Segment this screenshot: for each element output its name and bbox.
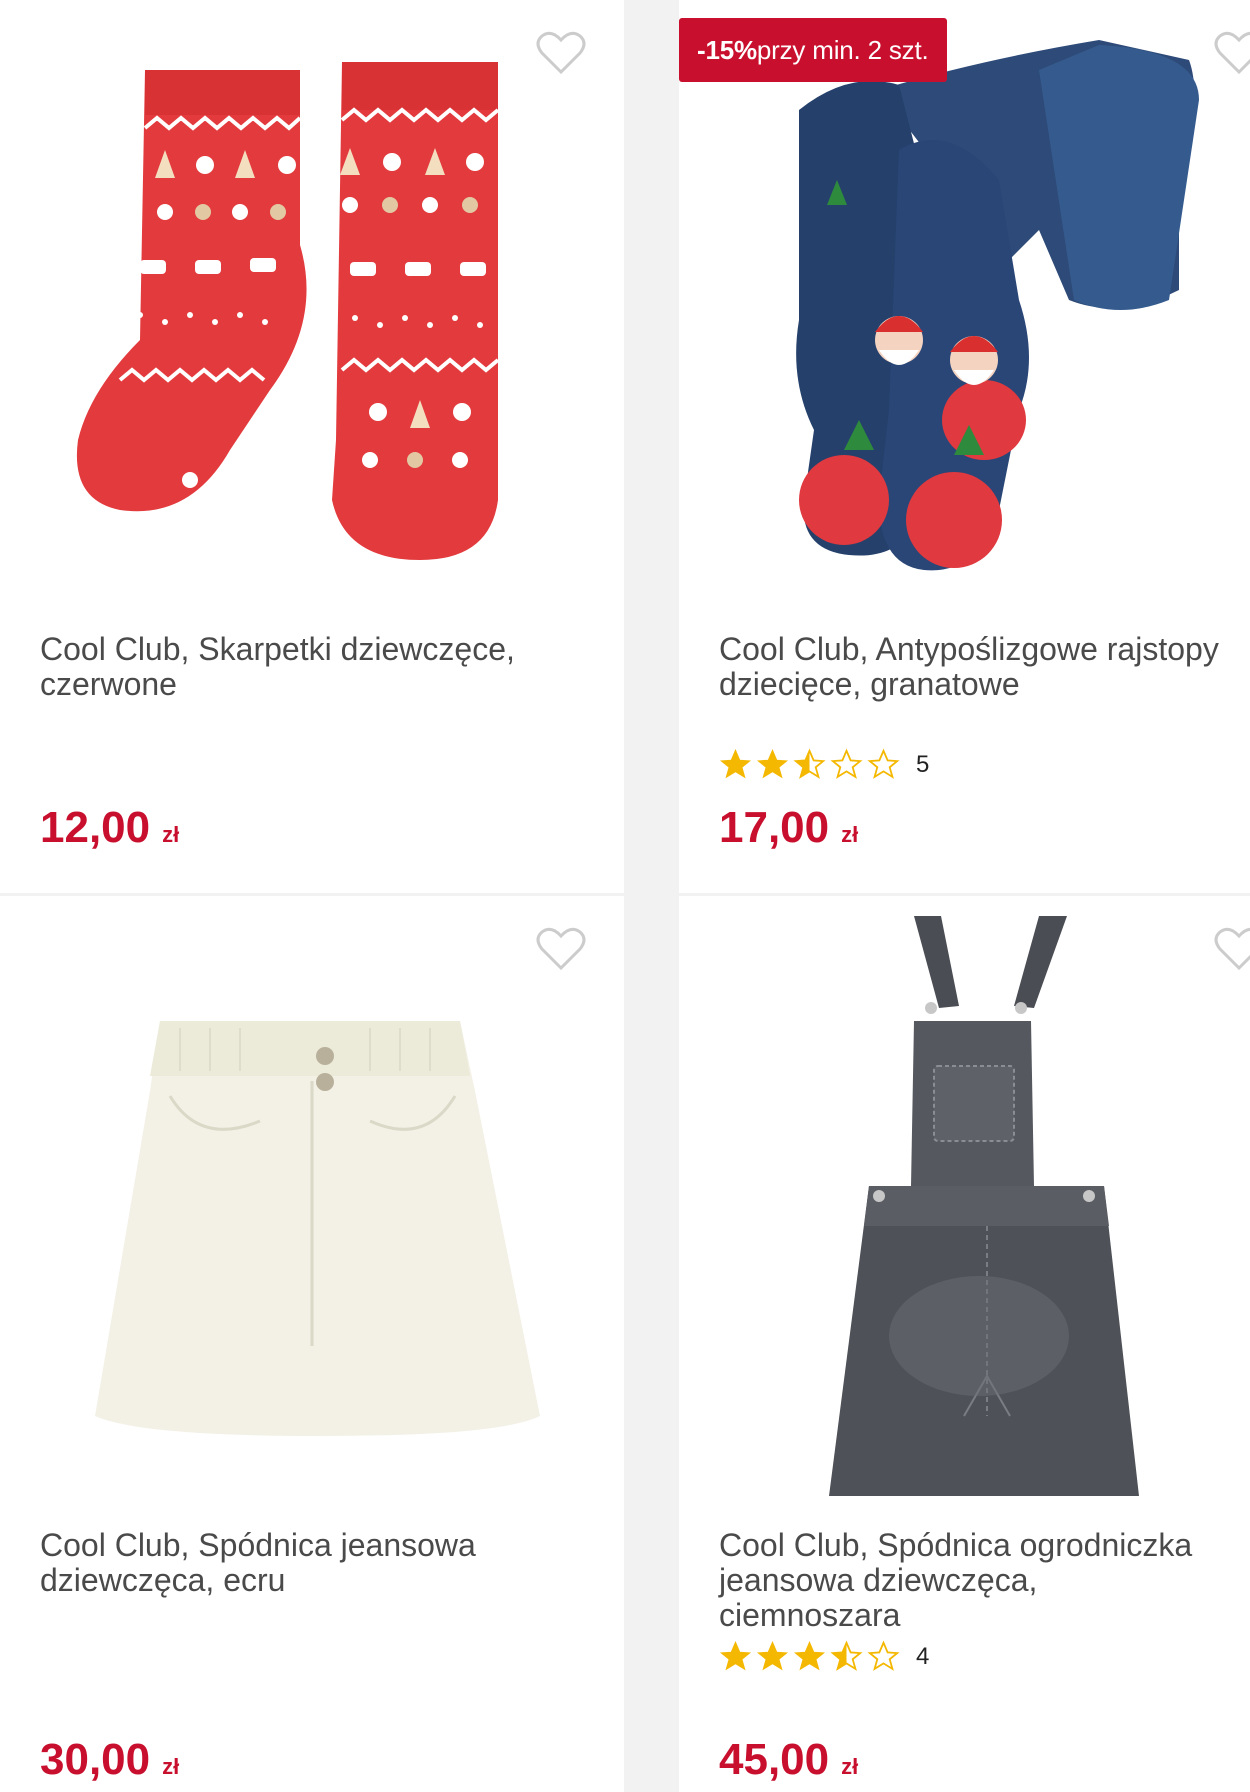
rating-count: 5 (916, 750, 930, 778)
star-half-icon (793, 748, 826, 779)
product-card[interactable]: -15% przy min. 2 szt. Cool Club, Antypoś… (679, 0, 1250, 893)
star-full-icon (756, 1641, 789, 1671)
price-currency: zł (162, 1754, 180, 1779)
product-image-red-socks[interactable] (0, 0, 624, 600)
product-grid: Cool Club, Skarpetki dziewczęce, czerwon… (0, 0, 1250, 1792)
star-full-icon (756, 749, 789, 779)
wishlist-heart-icon[interactable] (1214, 926, 1250, 972)
product-title[interactable]: Cool Club, Antypoślizgowe rajstopy dziec… (719, 632, 1250, 702)
rating-count: 4 (916, 1642, 930, 1670)
star-empty-icon (867, 1640, 900, 1671)
promo-text: przy min. 2 szt. (756, 34, 929, 65)
price-value: 12,00 (40, 803, 151, 852)
product-card[interactable]: Cool Club, Spódnica ogrodniczka jeansowa… (679, 896, 1250, 1792)
wishlist-heart-icon[interactable] (536, 926, 586, 972)
star-half-icon (830, 1640, 863, 1671)
price-currency: zł (841, 1754, 859, 1779)
promo-percent: -15% (697, 34, 757, 65)
star-empty-icon (867, 748, 900, 779)
price-value: 30,00 (40, 1735, 151, 1784)
product-card[interactable]: Cool Club, Spódnica jeansowa dziewczęca,… (0, 896, 624, 1792)
rating: 5 (719, 748, 929, 781)
product-image-ecru-skirt[interactable] (0, 896, 624, 1496)
product-image-grey-pinafore[interactable] (679, 896, 1250, 1496)
price-currency: zł (162, 822, 180, 847)
product-title[interactable]: Cool Club, Skarpetki dziewczęce, czerwon… (40, 632, 600, 702)
star-full-icon (793, 1641, 826, 1671)
price-currency: zł (841, 822, 859, 847)
star-empty-icon (830, 748, 863, 779)
product-price: 17,00 zł (719, 803, 858, 853)
rating: 4 (719, 1640, 929, 1673)
product-title[interactable]: Cool Club, Spódnica ogrodniczka jeansowa… (719, 1528, 1250, 1633)
product-card[interactable]: Cool Club, Skarpetki dziewczęce, czerwon… (0, 0, 624, 893)
product-price: 12,00 zł (40, 803, 179, 853)
price-value: 45,00 (719, 1735, 830, 1784)
product-price: 45,00 zł (719, 1735, 858, 1785)
promo-badge: -15% przy min. 2 szt. (679, 18, 947, 82)
wishlist-heart-icon[interactable] (536, 30, 586, 76)
price-value: 17,00 (719, 803, 830, 852)
star-full-icon (719, 1641, 752, 1671)
product-price: 30,00 zł (40, 1735, 179, 1785)
star-full-icon (719, 749, 752, 779)
product-title[interactable]: Cool Club, Spódnica jeansowa dziewczęca,… (40, 1528, 600, 1598)
wishlist-heart-icon[interactable] (1214, 30, 1250, 76)
product-image-navy-tights[interactable] (679, 0, 1250, 600)
